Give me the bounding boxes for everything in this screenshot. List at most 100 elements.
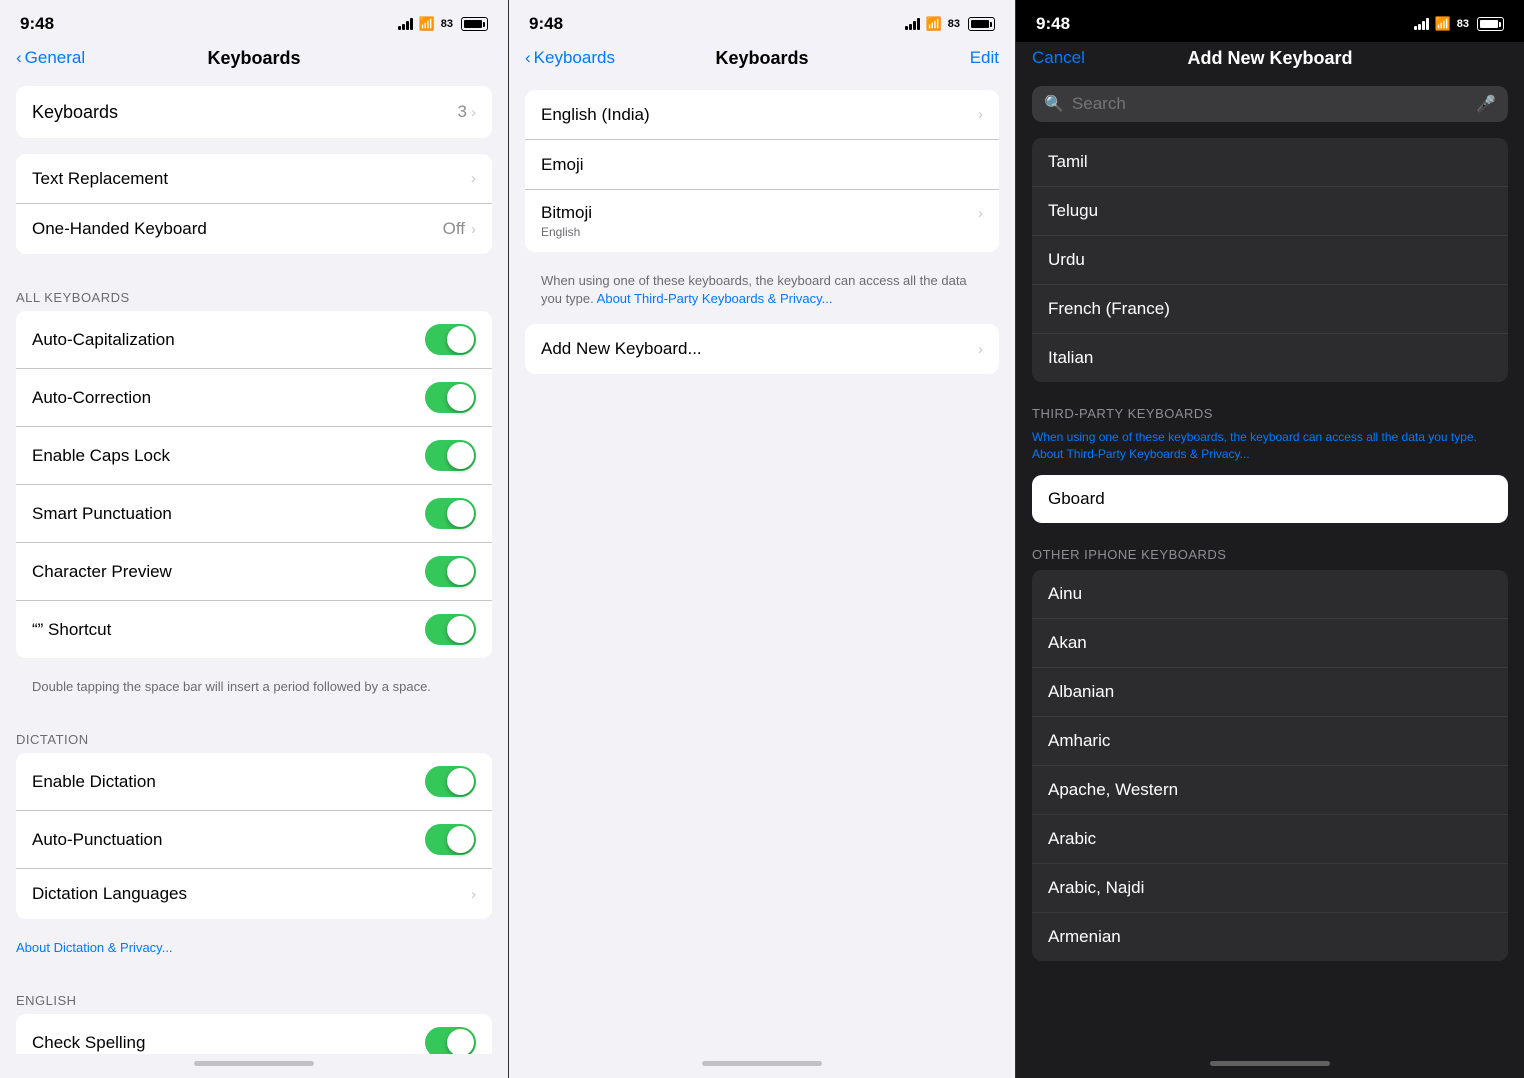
scroll-area-3[interactable]: Tamil Telugu Urdu French (France) Italia… [1016, 130, 1524, 1054]
auto-correction-toggle[interactable] [425, 382, 476, 413]
battery-label-3: 83 [1457, 18, 1469, 30]
scroll-area-2[interactable]: English (India) › Emoji Bitmoji › Englis… [509, 78, 1015, 1054]
telugu-item[interactable]: Telugu [1032, 187, 1508, 236]
add-keyboard-group: Add New Keyboard... › [525, 324, 999, 374]
chevron-icon-ei: › [978, 106, 983, 123]
auto-cap-toggle[interactable] [425, 324, 476, 355]
chevron-icon-tr: › [471, 170, 476, 187]
panel-keyboards-settings: 9:48 📶 83 ‹ General Keyboards K [0, 0, 508, 1078]
one-handed-keyboard-item[interactable]: One-Handed Keyboard Off › [16, 204, 492, 254]
amharic-item[interactable]: Amharic [1032, 717, 1508, 766]
battery-label-2: 83 [948, 18, 960, 30]
dictation-languages-item[interactable]: Dictation Languages › [16, 869, 492, 919]
status-time-2: 9:48 [529, 14, 563, 34]
smart-punctuation-item[interactable]: Smart Punctuation [16, 485, 492, 543]
emoji-label: Emoji [541, 155, 584, 175]
char-preview-item[interactable]: Character Preview [16, 543, 492, 601]
enable-dictation-label: Enable Dictation [32, 772, 156, 792]
back-button-1[interactable]: ‹ General [16, 48, 85, 68]
bitmoji-item[interactable]: Bitmoji › English [525, 190, 999, 252]
cancel-button[interactable]: Cancel [1032, 48, 1085, 68]
search-icon: 🔍 [1044, 94, 1064, 114]
period-shortcut-item[interactable]: “” Shortcut [16, 601, 492, 658]
smart-punctuation-toggle[interactable] [425, 498, 476, 529]
auto-cap-item[interactable]: Auto-Capitalization [16, 311, 492, 369]
battery-icon-1 [461, 17, 488, 31]
status-time-1: 9:48 [20, 14, 54, 34]
emoji-item[interactable]: Emoji [525, 140, 999, 190]
auto-correction-item[interactable]: Auto-Correction [16, 369, 492, 427]
scroll-area-1[interactable]: Keyboards 3 › Text Replacement › One-Han… [0, 78, 508, 1054]
gboard-item[interactable]: Gboard [1032, 475, 1508, 523]
edit-button[interactable]: Edit [970, 48, 999, 68]
keyboards-item-right: 3 › [458, 102, 476, 122]
third-party-note-3: When using one of these keyboards, the k… [1016, 425, 1524, 471]
third-party-link-3[interactable]: About Third-Party Keyboards & Privacy... [1032, 447, 1250, 461]
page-title-2: Keyboards [715, 48, 808, 69]
albanian-item[interactable]: Albanian [1032, 668, 1508, 717]
chevron-icon-dl: › [471, 886, 476, 903]
home-indicator-1 [0, 1054, 508, 1078]
check-spelling-toggle[interactable] [425, 1027, 476, 1054]
caps-lock-label: Enable Caps Lock [32, 446, 170, 466]
caps-lock-item[interactable]: Enable Caps Lock [16, 427, 492, 485]
tamil-item[interactable]: Tamil [1032, 138, 1508, 187]
dictation-group: Enable Dictation Auto-Punctuation Dictat… [16, 753, 492, 919]
english-india-item[interactable]: English (India) › [525, 90, 999, 140]
check-spelling-label: Check Spelling [32, 1033, 145, 1053]
search-input[interactable] [1072, 94, 1468, 114]
akan-item[interactable]: Akan [1032, 619, 1508, 668]
wifi-icon-1: 📶 [419, 16, 435, 32]
general-settings-group: Text Replacement › One-Handed Keyboard O… [16, 154, 492, 254]
text-replacement-item[interactable]: Text Replacement › [16, 154, 492, 204]
add-new-keyboard-item[interactable]: Add New Keyboard... › [525, 324, 999, 374]
one-handed-label: One-Handed Keyboard [32, 219, 207, 239]
urdu-item[interactable]: Urdu [1032, 236, 1508, 285]
back-label-1[interactable]: General [25, 48, 85, 68]
arabic-najdi-item[interactable]: Arabic, Najdi [1032, 864, 1508, 913]
caps-lock-toggle[interactable] [425, 440, 476, 471]
auto-punctuation-toggle[interactable] [425, 824, 476, 855]
back-button-2[interactable]: ‹ Keyboards [525, 48, 615, 68]
armenian-item[interactable]: Armenian [1032, 913, 1508, 961]
ainu-item[interactable]: Ainu [1032, 570, 1508, 619]
back-label-2[interactable]: Keyboards [534, 48, 615, 68]
status-icons-3: 📶 83 [1414, 16, 1504, 32]
char-preview-label: Character Preview [32, 562, 172, 582]
add-new-keyboard-label: Add New Keyboard... [541, 339, 702, 359]
enable-dictation-toggle[interactable] [425, 766, 476, 797]
enable-dictation-item[interactable]: Enable Dictation [16, 753, 492, 811]
period-shortcut-note: Double tapping the space bar will insert… [0, 674, 508, 712]
battery-icon-3 [1477, 17, 1504, 31]
text-replacement-label: Text Replacement [32, 169, 168, 189]
keyboards-item-label: Keyboards [32, 102, 118, 123]
period-shortcut-toggle[interactable] [425, 614, 476, 645]
dictation-privacy-link[interactable]: About Dictation & Privacy... [0, 935, 508, 973]
auto-punctuation-label: Auto-Punctuation [32, 830, 162, 850]
signal-icon-1 [398, 18, 413, 30]
dictation-languages-label: Dictation Languages [32, 884, 187, 904]
char-preview-toggle[interactable] [425, 556, 476, 587]
mic-icon[interactable]: 🎤 [1476, 94, 1496, 114]
check-spelling-item[interactable]: Check Spelling [16, 1014, 492, 1054]
third-party-link-2[interactable]: About Third-Party Keyboards & Privacy... [597, 291, 833, 306]
keyboards-list-group: English (India) › Emoji Bitmoji › Englis… [525, 90, 999, 252]
chevron-left-icon-1: ‹ [16, 48, 22, 68]
wifi-icon-3: 📶 [1435, 16, 1451, 32]
status-bar-1: 9:48 📶 83 [0, 0, 508, 42]
chevron-icon-bitmoji: › [978, 205, 983, 222]
keyboards-nav-item[interactable]: Keyboards 3 › [16, 86, 492, 138]
chevron-icon-keyboards: › [471, 104, 476, 121]
chevron-icon-ohk: › [471, 221, 476, 238]
battery-icon-2 [968, 17, 995, 31]
italian-item[interactable]: Italian [1032, 334, 1508, 382]
apache-western-item[interactable]: Apache, Western [1032, 766, 1508, 815]
arabic-item[interactable]: Arabic [1032, 815, 1508, 864]
all-keyboards-header: ALL KEYBOARDS [0, 270, 508, 311]
status-bar-3: 9:48 📶 83 [1016, 0, 1524, 42]
auto-punctuation-item[interactable]: Auto-Punctuation [16, 811, 492, 869]
status-bar-2: 9:48 📶 83 [509, 0, 1015, 42]
panel-keyboards-list: 9:48 📶 83 ‹ Keyboards Keyboards Edit [508, 0, 1016, 1078]
battery-label-1: 83 [441, 18, 453, 30]
french-france-item[interactable]: French (France) [1032, 285, 1508, 334]
